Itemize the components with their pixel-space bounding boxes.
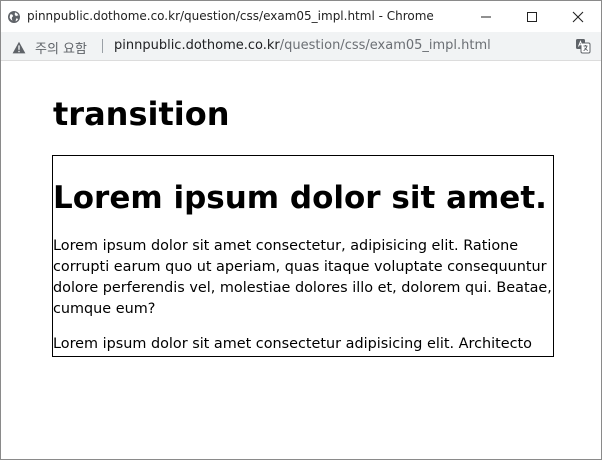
translate-icon[interactable] xyxy=(575,38,591,54)
browser-window: pinnpublic.dothome.co.kr/question/css/ex… xyxy=(0,0,602,460)
transition-box[interactable]: Lorem ipsum dolor sit amet. Lorem ipsum … xyxy=(52,155,554,357)
page-title: transition xyxy=(53,95,230,133)
maximize-icon xyxy=(527,12,537,22)
url-field[interactable]: pinnpublic.dothome.co.kr/question/css/ex… xyxy=(114,38,491,53)
title-bar[interactable]: pinnpublic.dothome.co.kr/question/css/ex… xyxy=(1,1,601,32)
close-icon xyxy=(572,11,584,23)
security-warning-label[interactable]: 주의 요함 xyxy=(35,38,87,57)
box-paragraph: Lorem ipsum dolor sit amet consectetur a… xyxy=(53,336,532,352)
address-separator xyxy=(102,39,103,53)
globe-icon xyxy=(7,9,21,23)
page-content: transition Lorem ipsum dolor sit amet. L… xyxy=(1,61,601,459)
minimize-button[interactable] xyxy=(463,1,509,32)
close-button[interactable] xyxy=(555,1,601,32)
box-heading: Lorem ipsum dolor sit amet. xyxy=(53,180,547,216)
warning-triangle-icon[interactable] xyxy=(12,39,26,54)
window-title: pinnpublic.dothome.co.kr/question/css/ex… xyxy=(27,9,434,23)
url-host: pinnpublic.dothome.co.kr xyxy=(114,38,280,53)
url-path: /question/css/exam05_impl.html xyxy=(279,38,491,53)
address-bar[interactable]: 주의 요함 pinnpublic.dothome.co.kr/question/… xyxy=(1,32,601,61)
minimize-icon xyxy=(481,16,491,18)
box-paragraph: Lorem ipsum dolor sit amet consectetur, … xyxy=(53,238,552,317)
maximize-button[interactable] xyxy=(509,1,555,32)
